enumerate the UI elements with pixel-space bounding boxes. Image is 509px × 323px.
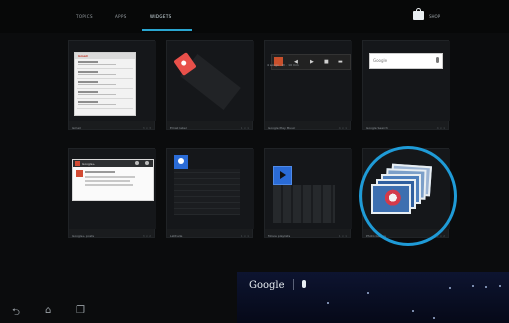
widget-size: 4 × 1 [436, 126, 445, 130]
avatar [76, 170, 83, 177]
google-logo: Google [249, 280, 285, 291]
widget-card-play-music[interactable]: ◀ ▶ ■ ▬ 4 songs · 2h · 10 min Google Pla… [264, 40, 352, 130]
gplus-preview-header: Google+ [82, 162, 96, 166]
search-preview-box: Google [369, 53, 443, 69]
widget-drawer: TOPICS APPS WIDGETS SHOP Gmail Gmail 3 ×… [0, 0, 509, 323]
widget-size: 1 × 1 [240, 234, 249, 238]
tab-widgets[interactable]: WIDGETS [150, 14, 172, 19]
microphone-icon [436, 57, 439, 63]
widget-preview [167, 41, 254, 121]
divider [293, 279, 294, 290]
list-item [77, 99, 133, 109]
list-item [77, 79, 133, 89]
tab-topics[interactable]: TOPICS [76, 14, 93, 19]
widget-label: Latitude [170, 234, 183, 238]
gplus-post [76, 170, 149, 196]
list-item [77, 89, 133, 99]
search-preview-placeholder: Google [373, 58, 388, 63]
map-preview [174, 169, 240, 215]
widget-label: Gmail [72, 126, 81, 130]
gplus-logo-icon [75, 161, 80, 166]
gplus-preview-window: Google+ [72, 159, 154, 201]
widget-card-google-search[interactable]: Google Google Search 4 × 1 [362, 40, 450, 130]
microphone-icon[interactable] [302, 280, 306, 288]
widget-card-gmail[interactable]: Gmail Gmail 3 × 3 [68, 40, 156, 130]
movie-preview-grid [273, 185, 335, 223]
shopping-bag-icon[interactable] [413, 8, 424, 20]
active-tab-indicator [142, 29, 192, 31]
gmail-preview-header: Gmail [78, 54, 88, 58]
latitude-icon [174, 155, 188, 169]
gmail-preview-window: Gmail [74, 52, 136, 116]
widget-preview: Gmail [69, 41, 156, 121]
widget-preview: Google+ [69, 149, 156, 229]
widget-preview: Google [363, 41, 450, 121]
navigation-bar [0, 301, 240, 323]
top-bar: TOPICS APPS WIDGETS SHOP [0, 0, 509, 33]
widget-label: Email label [170, 126, 187, 130]
home-icon[interactable]: ⌂ [45, 305, 51, 316]
widget-size: 3 × 2 [142, 234, 151, 238]
play-icon: ▶ [310, 59, 314, 65]
recent-apps-icon[interactable]: ❐ [76, 305, 85, 316]
widget-label: Google Play Music [268, 126, 296, 130]
share-icon [145, 161, 149, 165]
widget-card-email-label[interactable]: Email label 1 × 1 [166, 40, 254, 130]
back-icon[interactable]: ⮌ [12, 305, 20, 322]
list-item [77, 59, 133, 69]
camera-icon [135, 161, 139, 165]
widget-card-movie-playlists[interactable]: Movie playlists 1 × 1 [264, 148, 352, 238]
widget-label: Google+ posts [72, 234, 95, 238]
widget-preview: ◀ ▶ ■ ▬ 4 songs · 2h · 10 min [265, 41, 352, 121]
widget-size: 1 × 1 [240, 126, 249, 130]
tab-apps[interactable]: APPS [115, 14, 127, 19]
widget-size: 1 × 1 [338, 234, 347, 238]
play-movie-icon [273, 166, 292, 185]
widget-card-google-plus[interactable]: Google+ Google+ posts 3 × 2 [68, 148, 156, 238]
list-item [77, 69, 133, 79]
google-search-bar[interactable]: Google [237, 272, 509, 323]
widget-preview [265, 149, 352, 229]
widget-label: Google Search [366, 126, 388, 130]
widget-label: Movie playlists [268, 234, 291, 238]
stop-icon: ■ [324, 59, 329, 65]
highlight-circle [359, 146, 457, 246]
widget-size: 4 × 1 [338, 126, 347, 130]
music-preview-bar: ◀ ▶ ■ ▬ [271, 54, 351, 70]
widget-card-latitude[interactable]: Latitude 1 × 1 [166, 148, 254, 238]
widget-preview [167, 149, 254, 229]
next-icon: ▬ [338, 59, 343, 65]
shop-button[interactable]: SHOP [429, 14, 440, 19]
widget-size: 3 × 3 [142, 126, 151, 130]
music-preview-text: 4 songs · 2h · 10 min [267, 63, 299, 67]
